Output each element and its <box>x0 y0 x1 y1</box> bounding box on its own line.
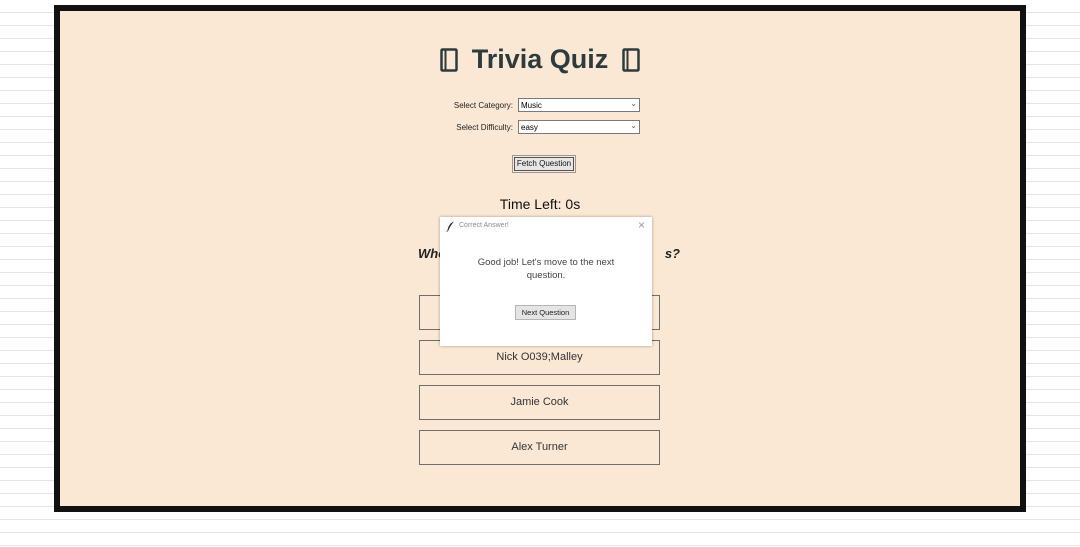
difficulty-row: Select Difficulty: easy ⌄ <box>440 120 640 136</box>
dialog-titlebar: Correct Answer! × <box>440 217 652 235</box>
question-text-end: s? <box>664 246 680 261</box>
chevron-down-icon: ⌄ <box>630 99 637 108</box>
time-left-label: Time Left: 0s <box>499 196 581 212</box>
app-title-row: Trivia Quiz <box>60 43 1020 75</box>
category-label: Select Category: <box>453 101 513 110</box>
difficulty-label: Select Difficulty: <box>456 123 513 132</box>
answer-button-3[interactable]: Jamie Cook <box>419 385 660 420</box>
notebook-icon <box>440 48 458 72</box>
close-icon[interactable]: × <box>638 218 645 232</box>
category-select[interactable]: Music ⌄ <box>518 98 640 112</box>
quiz-window: Trivia Quiz Select Category: Music ⌄ Sel… <box>54 5 1026 512</box>
dialog-title: Correct Answer! <box>459 222 509 229</box>
category-select-value: Music <box>521 101 542 110</box>
notebook-icon <box>622 48 640 72</box>
answer-button-4[interactable]: Alex Turner <box>419 430 660 465</box>
category-row: Select Category: Music ⌄ <box>440 98 640 114</box>
fetch-question-button[interactable]: Fetch Question <box>512 155 576 173</box>
dialog-message: Good job! Let's move to the next questio… <box>477 257 615 281</box>
page-title: Trivia Quiz <box>471 44 609 74</box>
feather-icon <box>446 221 454 232</box>
difficulty-select-value: easy <box>521 123 538 132</box>
correct-answer-dialog: Correct Answer! × Good job! Let's move t… <box>440 217 652 346</box>
chevron-down-icon: ⌄ <box>630 121 637 130</box>
difficulty-select[interactable]: easy ⌄ <box>518 120 640 134</box>
next-question-button[interactable]: Next Question <box>515 305 576 320</box>
